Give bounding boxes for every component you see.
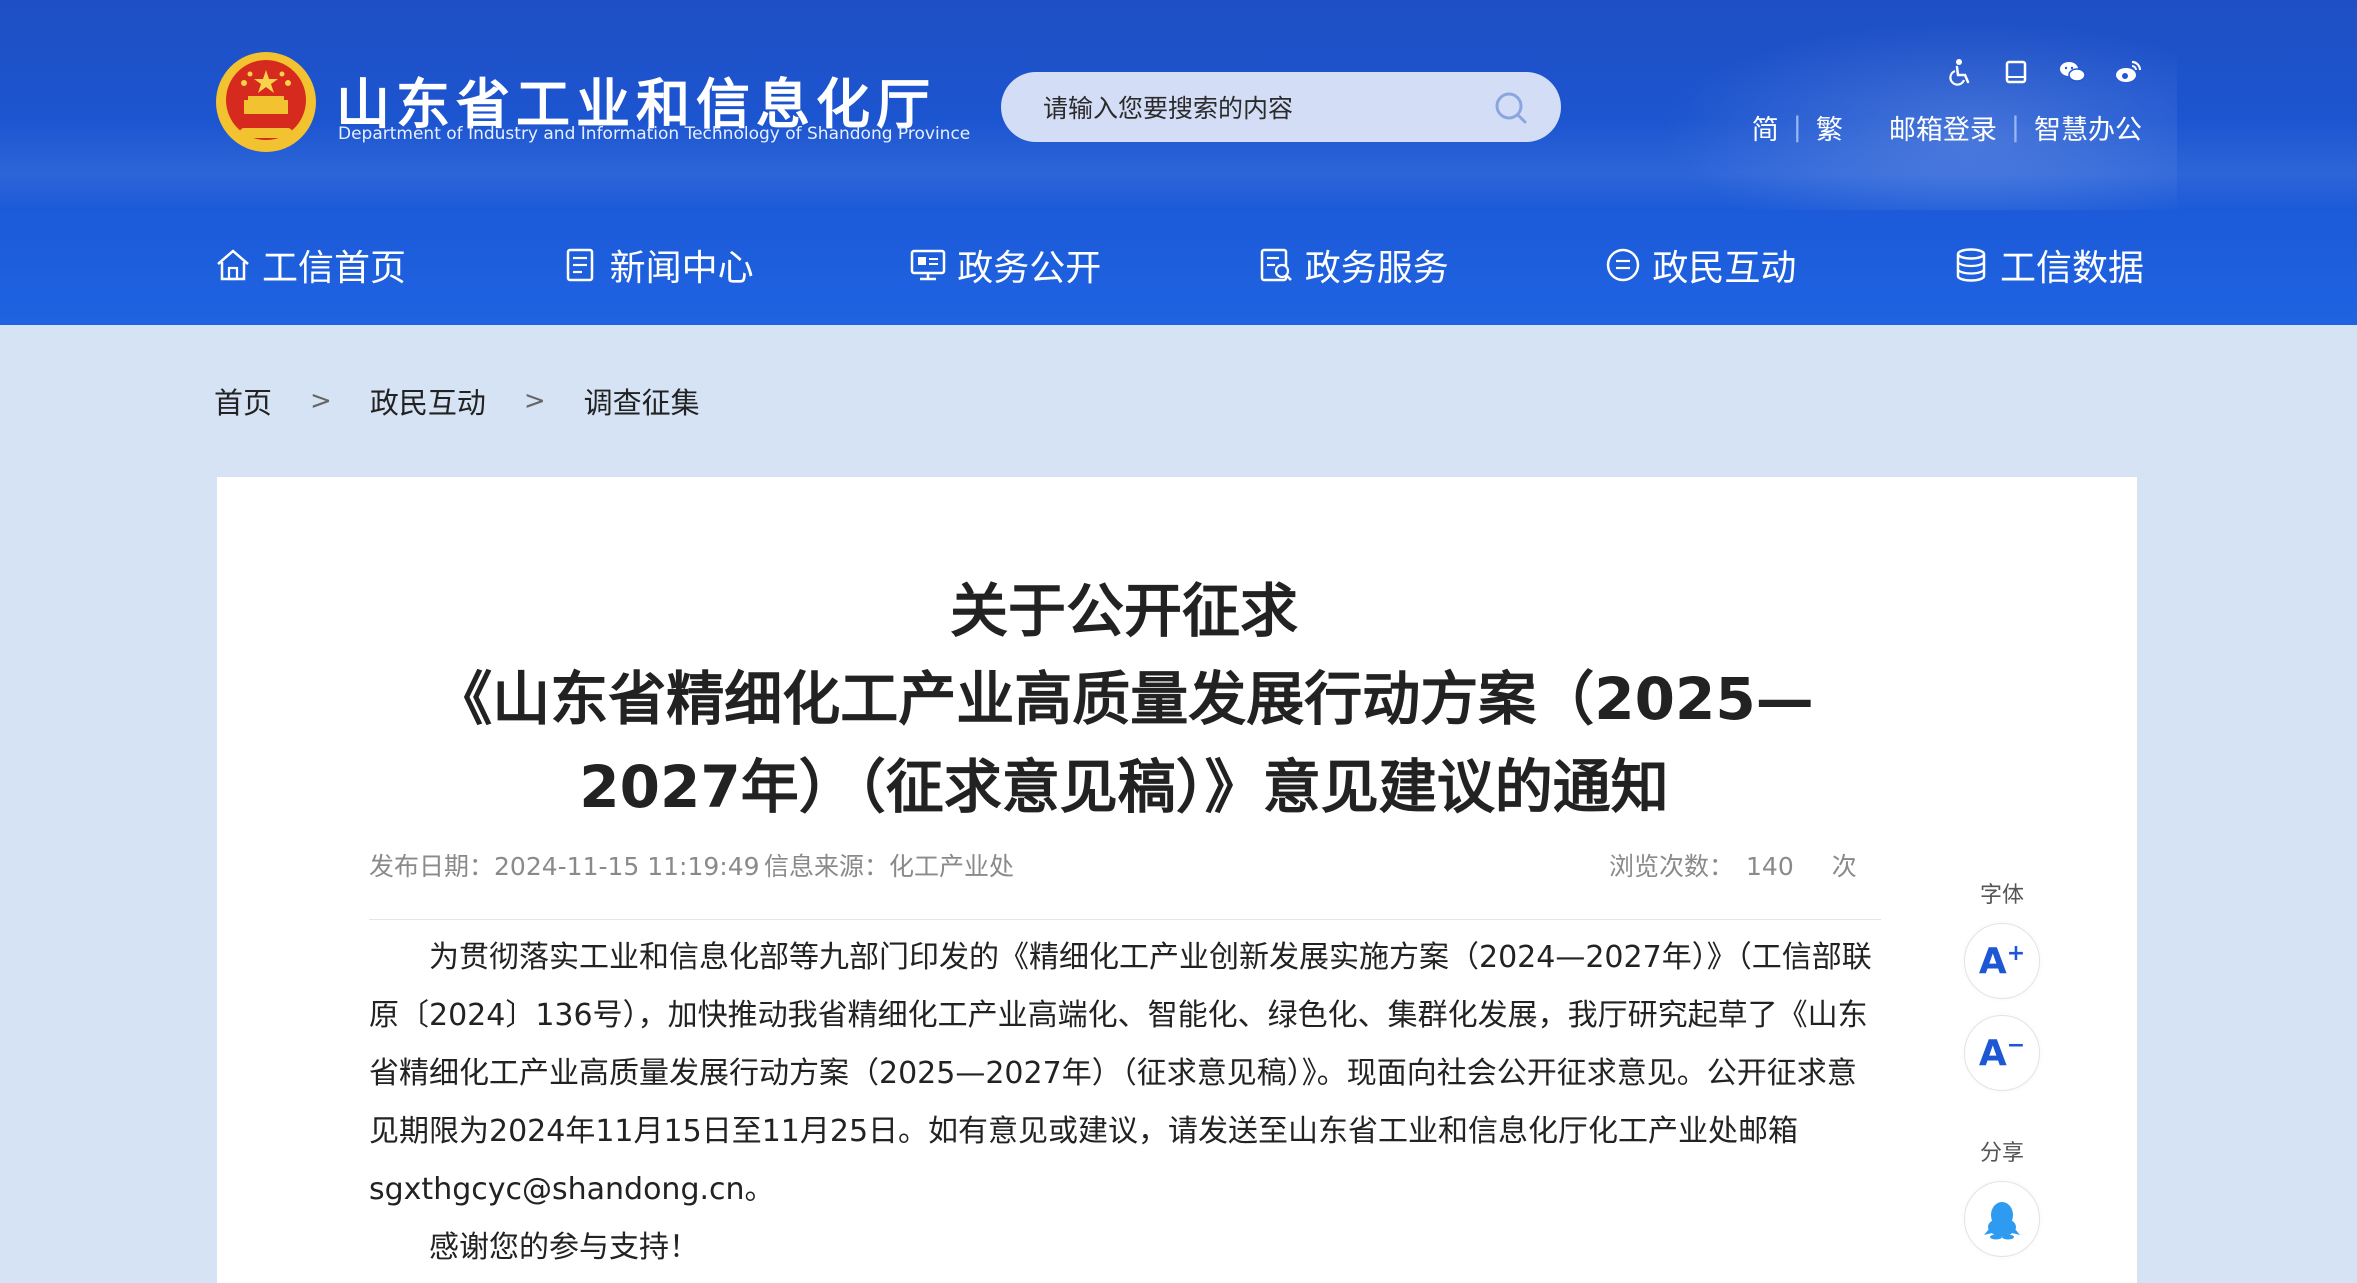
article-paragraph: 为贯彻落实工业和信息化部等九部门印发的《精细化工产业创新发展实施方案（2024—… [369,940,1872,1207]
nav-item-data[interactable]: 工信数据 [1952,239,2144,291]
search-box [1001,72,1561,144]
article-card: 关于公开征求 《山东省精细化工产业高质量发展行动方案（2025— 2027年）（… [217,477,2137,1283]
article-body: 为贯彻落实工业和信息化部等九部门印发的《精细化工产业创新发展实施方案（2024—… [369,929,1881,1277]
top-icon-bar [1946,58,2142,88]
nav-item-label: 新闻中心 [609,248,754,289]
publish-date: 发布日期：2024-11-15 11:19:49 [369,847,760,883]
nav-item-label: 政民互动 [1652,248,1797,289]
info-source-value: 化工产业处 [889,852,1015,881]
main-nav: 工信首页 新闻中心 政务公开 政务服务 政民互动 工信数据 [214,230,2144,300]
site-header: 山东省工业和信息化厅 Department of Industry and In… [0,0,2357,325]
nav-item-interaction[interactable]: 政民互动 [1604,239,1796,291]
article-title: 关于公开征求 《山东省精细化工产业高质量发展行动方案（2025— 2027年）（… [217,567,2031,831]
nav-item-label: 政务公开 [957,248,1102,289]
nav-item-label: 政务服务 [1304,248,1449,289]
national-emblem-logo[interactable] [214,50,318,154]
article-title-line: 关于公开征求 [949,577,1298,645]
monitor-icon [910,249,946,281]
separator: | [1792,112,1802,143]
meta-divider [369,919,1881,920]
site-subtitle: Department of Industry and Information T… [338,124,971,144]
smart-office-link[interactable]: 智慧办公 [2034,108,2142,147]
share-qq-button[interactable] [1964,1181,2040,1257]
article-title-line: 《山东省精细化工产业高质量发展行动方案（2025— [434,665,1814,733]
side-tools: 字体 A+ A− 分享 [1962,877,2042,1257]
breadcrumb: 首页 > 政民互动 > 调查征集 [214,380,700,422]
font-decrease-icon: A− [1978,1032,2026,1074]
accessibility-icon[interactable] [1946,58,1974,86]
separator: | [2010,112,2020,143]
qq-icon [1984,1202,2020,1240]
info-source: 信息来源：化工产业处 [764,847,1014,883]
article-title-line: 2027年）（征求意见稿）》意见建议的通知 [579,753,1669,821]
news-icon [566,248,593,282]
tablet-icon[interactable] [2002,58,2030,86]
nav-item-gov-open[interactable]: 政务公开 [909,239,1101,291]
database-icon [1956,248,1986,282]
breadcrumb-separator: > [310,386,332,416]
publish-date-value: 2024-11-15 11:19:49 [494,852,760,881]
article-paragraph: 感谢您的参与支持！ [429,1230,699,1265]
chat-icon [1607,248,1640,282]
breadcrumb-survey[interactable]: 调查征集 [584,380,700,422]
simplified-chinese-link[interactable]: 简 [1752,108,1779,147]
nav-item-home[interactable]: 工信首页 [214,239,406,291]
breadcrumb-interaction[interactable]: 政民互动 [370,380,486,422]
font-increase-icon: A+ [1978,940,2026,982]
info-source-label: 信息来源： [764,852,890,881]
wechat-icon[interactable] [2058,58,2086,86]
font-increase-button[interactable]: A+ [1964,923,2040,999]
font-size-label: 字体 [1979,883,2024,908]
nav-item-gov-service[interactable]: 政务服务 [1257,239,1449,291]
top-links: 简 | 繁 邮箱登录 | 智慧办公 [1750,108,2142,147]
nav-item-label: 工信首页 [262,248,407,289]
traditional-chinese-link[interactable]: 繁 [1816,108,1843,147]
breadcrumb-home[interactable]: 首页 [214,380,272,422]
home-icon [217,249,249,281]
font-decrease-button[interactable]: A− [1964,1015,2040,1091]
service-icon [1260,248,1292,282]
article-meta: 发布日期：2024-11-15 11:19:49 信息来源：化工产业处 浏览次数… [369,847,2059,887]
nav-item-label: 工信数据 [1999,248,2144,289]
view-count-value: 140 [1746,852,1794,881]
weibo-icon[interactable] [2114,58,2142,86]
view-count: 浏览次数： 140 次 [1609,847,1857,883]
view-count-label: 浏览次数： [1609,852,1735,881]
breadcrumb-separator: > [523,386,546,416]
nav-item-news[interactable]: 新闻中心 [562,239,754,291]
mail-login-link[interactable]: 邮箱登录 [1889,108,1997,147]
search-input[interactable] [1041,72,1475,144]
publish-date-label: 发布日期： [369,852,495,881]
search-icon[interactable] [1491,88,1531,128]
view-count-unit: 次 [1831,852,1857,881]
share-label: 分享 [1979,1141,2024,1166]
